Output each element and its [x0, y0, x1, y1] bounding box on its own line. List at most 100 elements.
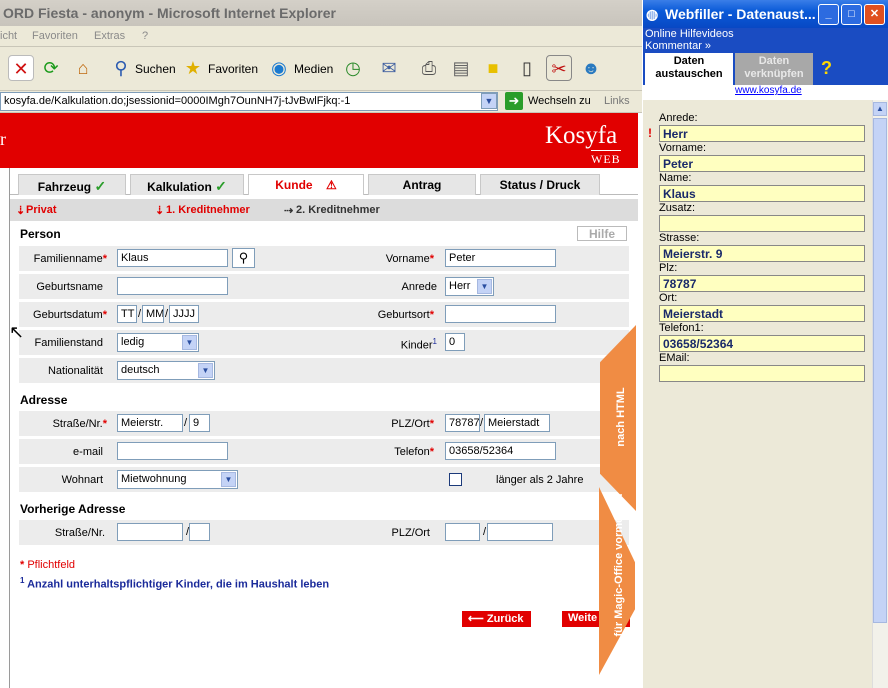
stop-icon[interactable]: ✕: [8, 55, 34, 81]
favorites-icon[interactable]: ★: [180, 55, 206, 81]
tab-antrag[interactable]: Antrag: [368, 174, 476, 195]
tab-daten-austauschen[interactable]: Daten austauschen: [645, 53, 733, 85]
print-icon[interactable]: ⎙: [416, 55, 442, 81]
vorherige-ort-input[interactable]: [487, 523, 553, 541]
menu-extras[interactable]: Extras: [94, 30, 125, 42]
field-label: Vorname:: [659, 142, 707, 154]
laenger-checkbox[interactable]: [449, 473, 462, 486]
chevron-down-icon: ▼: [182, 335, 197, 350]
vorname-input[interactable]: Peter: [445, 249, 556, 267]
tab-status-druck[interactable]: Status / Druck: [480, 174, 600, 195]
wf-name-field[interactable]: Klaus: [659, 185, 865, 202]
webfiller-window: ◍ Webfiller - Datenaust... _ □ ✕ Online …: [642, 0, 888, 688]
scroll-thumb[interactable]: [873, 118, 887, 623]
geburtsdatum-tag-input[interactable]: TT: [117, 305, 137, 323]
help-icon[interactable]: ?: [821, 58, 832, 79]
section-person: Person: [20, 227, 61, 241]
vorname-label: Vorname*: [385, 253, 434, 265]
search-icon[interactable]: ⚲: [232, 248, 255, 268]
chevron-down-icon[interactable]: ▼: [481, 93, 497, 109]
tab-fahrzeug[interactable]: Fahrzeug ✓: [18, 174, 126, 195]
strasse-input[interactable]: Meierstr.: [117, 414, 183, 432]
vorherige-hausnummer-input[interactable]: [189, 523, 210, 541]
wf-strasse-field[interactable]: Meierstr. 9: [659, 245, 865, 262]
subnav-privat[interactable]: Privat: [26, 204, 57, 216]
geburtsdatum-monat-input[interactable]: MM: [142, 305, 164, 323]
subnav-kreditnehmer-1[interactable]: 1. Kreditnehmer: [166, 204, 250, 216]
history-icon[interactable]: ◷: [340, 55, 366, 81]
wf-email-field[interactable]: [659, 365, 865, 382]
mouse-cursor-icon: ↖: [9, 322, 25, 342]
vorherige-strasse-input[interactable]: [117, 523, 183, 541]
scroll-up-icon[interactable]: ▲: [873, 102, 887, 116]
email-input[interactable]: [117, 442, 228, 460]
media-button[interactable]: Medien: [294, 62, 333, 76]
menu-help[interactable]: ?: [142, 30, 148, 42]
familienname-input[interactable]: Klaus: [117, 249, 228, 267]
go-arrow-icon[interactable]: ➜: [505, 92, 523, 110]
geburtsname-input[interactable]: [117, 277, 228, 295]
close-button[interactable]: ✕: [864, 4, 885, 25]
field-separator: /: [480, 417, 484, 429]
links-button[interactable]: Links: [604, 95, 630, 107]
wohnart-select[interactable]: Mietwohnung ▼: [117, 470, 238, 489]
error-marker-icon: !: [648, 126, 652, 140]
mail-icon[interactable]: ✉: [376, 55, 402, 81]
hilfevideos-link[interactable]: Online Hilfevideos: [645, 28, 734, 40]
wf-zusatz-field[interactable]: [659, 215, 865, 232]
anrede-label: Anrede: [401, 281, 437, 293]
nationalitaet-select[interactable]: deutsch ▼: [117, 361, 215, 380]
edit-icon[interactable]: ▤: [448, 55, 474, 81]
search-button[interactable]: Suchen: [135, 62, 176, 76]
messenger-icon[interactable]: ☻: [578, 55, 604, 81]
menu-view[interactable]: icht: [0, 30, 17, 42]
familienstand-select[interactable]: ledig ▼: [117, 333, 199, 352]
go-button[interactable]: Wechseln zu: [528, 95, 591, 107]
webfiller-header: Online Hilfevideos Kommentar » Daten aus…: [643, 28, 888, 100]
hausnummer-input[interactable]: 9: [189, 414, 210, 432]
kinder-input[interactable]: 0: [445, 333, 465, 351]
media-icon[interactable]: ◉: [266, 55, 292, 81]
device-icon[interactable]: ▯: [514, 55, 540, 81]
search-icon[interactable]: ⚲: [108, 55, 134, 81]
tab-kunde[interactable]: Kunde ⚠: [248, 174, 364, 195]
favorites-button[interactable]: Favoriten: [208, 62, 258, 76]
zurueck-button[interactable]: ⟵ Zurück: [462, 611, 531, 627]
geburtsdatum-jahr-input[interactable]: JJJJ: [169, 305, 199, 323]
kosyfa-link[interactable]: www.kosyfa.de: [735, 85, 802, 96]
refresh-icon[interactable]: ⟳: [38, 55, 64, 81]
wf-anrede-field[interactable]: Herr: [659, 125, 865, 142]
section-adresse: Adresse: [20, 393, 68, 407]
subnav-kreditnehmer-2[interactable]: 2. Kreditnehmer: [296, 204, 380, 216]
field-label: Ort:: [659, 292, 678, 304]
form-row: e-mail Telefon* 03658/52364: [19, 439, 629, 464]
wf-ort-field[interactable]: Meierstadt: [659, 305, 865, 322]
plz-input[interactable]: 78787: [445, 414, 480, 432]
maximize-button[interactable]: □: [841, 4, 862, 25]
minimize-button[interactable]: _: [818, 4, 839, 25]
kommentar-link[interactable]: Kommentar »: [645, 40, 711, 52]
telefon-input[interactable]: 03658/52364: [445, 442, 556, 460]
wf-vorname-field[interactable]: Peter: [659, 155, 865, 172]
ort-input[interactable]: Meierstadt: [484, 414, 550, 432]
webfiller-scrollbar[interactable]: ▲: [872, 100, 888, 688]
form-row: Straße/Nr.* Meierstr. / 9 PLZ/Ort* 78787…: [19, 411, 629, 436]
ie-menu-bar: icht Favoriten Extras ?: [0, 26, 642, 47]
plzort-label: PLZ/Ort*: [391, 418, 434, 430]
wf-plz-field[interactable]: 78787: [659, 275, 865, 292]
notes-icon[interactable]: ■: [480, 55, 506, 81]
address-input[interactable]: kosyfa.de/Kalkulation.do;jsessionid=0000…: [0, 92, 498, 111]
check-icon: ✓: [215, 178, 227, 194]
help-button[interactable]: Hilfe: [577, 226, 627, 241]
tool-icon[interactable]: ✂: [546, 55, 572, 81]
home-icon[interactable]: ⌂: [70, 55, 96, 81]
menu-favorites[interactable]: Favoriten: [32, 30, 78, 42]
kosyfa-logo-sub: WEB: [591, 150, 621, 166]
tab-daten-verknuepfen[interactable]: Daten verknüpfen: [735, 53, 813, 85]
wf-telefon-field[interactable]: 03658/52364: [659, 335, 865, 352]
vorherige-plz-input[interactable]: [445, 523, 480, 541]
anrede-select[interactable]: Herr ▼: [445, 277, 494, 296]
tab-kalkulation[interactable]: Kalkulation ✓: [130, 174, 244, 195]
geburtsort-input[interactable]: [445, 305, 556, 323]
webfiller-field-list: Anrede: ! Herr Vorname: Peter Name: Klau…: [643, 100, 871, 688]
